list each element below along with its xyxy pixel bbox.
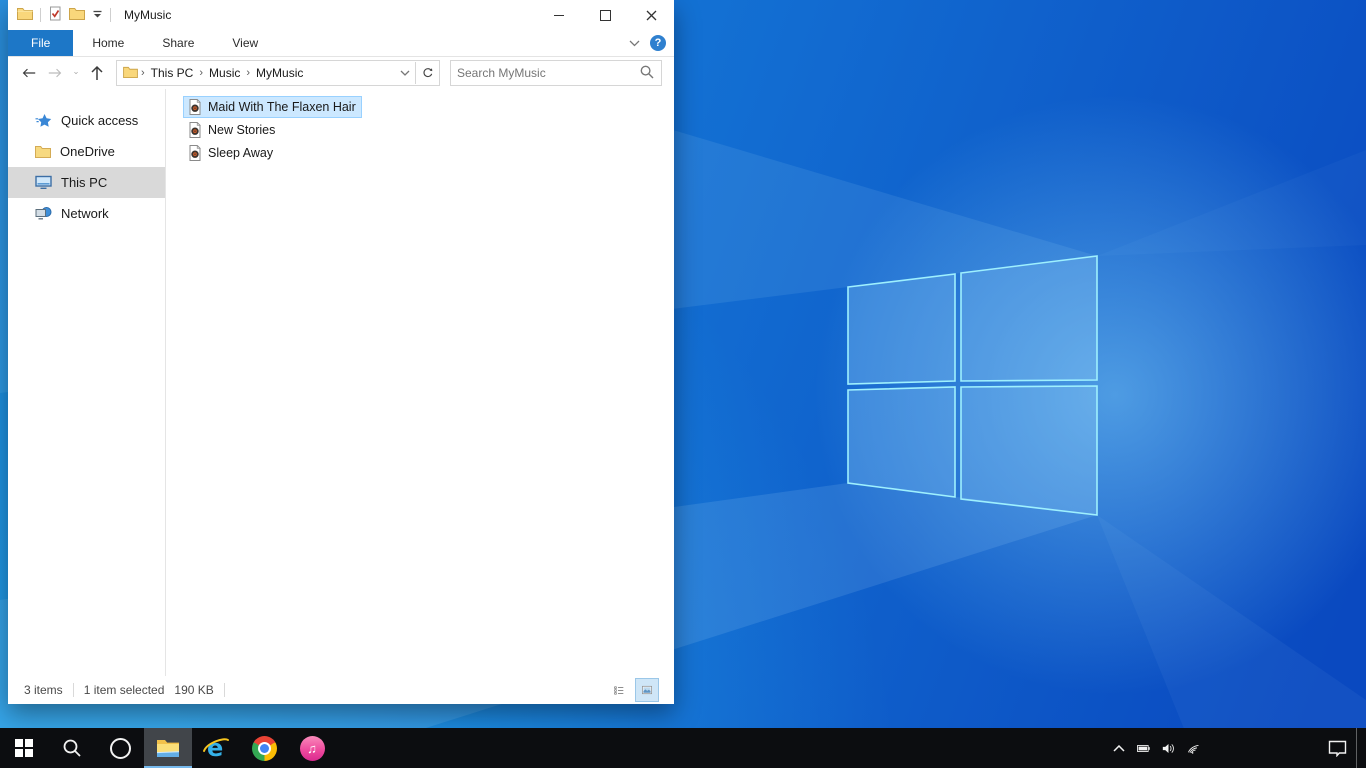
customize-quick-access-icon[interactable] xyxy=(92,8,103,22)
help-icon[interactable]: ? xyxy=(650,35,666,51)
file-name: New Stories xyxy=(208,123,276,137)
search-box[interactable] xyxy=(450,60,662,86)
itunes-icon: ♫ xyxy=(299,735,325,761)
quick-access-star-icon xyxy=(35,113,52,127)
wifi-icon xyxy=(1188,744,1199,754)
chrome-icon xyxy=(251,735,277,761)
sidebar-item-onedrive[interactable]: OneDrive xyxy=(8,136,165,167)
item-count: 3 items xyxy=(24,683,63,697)
file-explorer-window: MyMusic File Home Share View ? › This PC… xyxy=(8,0,674,704)
forward-button[interactable] xyxy=(42,60,68,86)
file-item[interactable]: Maid With The Flaxen Hair xyxy=(183,96,362,118)
tab-home[interactable]: Home xyxy=(73,30,143,56)
large-icons-view-button[interactable] xyxy=(635,678,659,702)
details-view-button[interactable] xyxy=(608,679,630,701)
sidebar-item-label: Network xyxy=(61,206,109,221)
properties-icon[interactable] xyxy=(48,6,62,24)
titlebar-separator xyxy=(110,8,111,22)
taskbar-file-explorer-button[interactable] xyxy=(144,728,192,768)
tray-spacer xyxy=(1206,728,1318,768)
address-bar[interactable]: › This PC › Music › MyMusic xyxy=(116,60,440,86)
breadcrumb-music[interactable]: Music xyxy=(204,66,245,80)
internet-explorer-icon: e xyxy=(203,735,229,761)
tab-share[interactable]: Share xyxy=(143,30,213,56)
cortana-button[interactable] xyxy=(96,728,144,768)
tab-view[interactable]: View xyxy=(213,30,277,56)
this-pc-monitor-icon xyxy=(35,175,52,189)
titlebar-separator xyxy=(40,8,41,22)
chrome-button[interactable] xyxy=(240,728,288,768)
action-center-icon xyxy=(1328,740,1346,757)
close-button[interactable] xyxy=(628,0,674,30)
hidden-icons-chevron[interactable] xyxy=(1106,728,1131,768)
search-icon[interactable] xyxy=(640,65,654,82)
close-icon xyxy=(646,10,656,20)
sidebar-item-network[interactable]: Network xyxy=(8,198,165,229)
onedrive-folder-icon xyxy=(35,146,51,158)
taskbar-search-button[interactable] xyxy=(48,728,96,768)
address-dropdown-icon[interactable] xyxy=(395,70,415,76)
window-title: MyMusic xyxy=(124,8,172,22)
cortana-icon xyxy=(109,737,131,759)
file-name: Maid With The Flaxen Hair xyxy=(208,100,356,114)
new-folder-icon[interactable] xyxy=(69,7,85,23)
itunes-button[interactable]: ♫ xyxy=(288,728,336,768)
battery-tray-icon[interactable] xyxy=(1131,728,1156,768)
music-file-icon xyxy=(189,145,201,161)
search-input[interactable] xyxy=(451,66,640,80)
file-item[interactable]: New Stories xyxy=(183,119,281,141)
navigation-pane: Quick access OneDrive This PC Network xyxy=(8,89,166,676)
music-file-icon xyxy=(189,99,201,115)
up-button[interactable] xyxy=(84,60,110,86)
file-item[interactable]: Sleep Away xyxy=(183,142,279,164)
selection-count: 1 item selected xyxy=(83,683,165,697)
recent-locations-icon[interactable] xyxy=(68,60,84,86)
taskbar: e ♫ xyxy=(0,728,1366,768)
breadcrumb-mymusic[interactable]: MyMusic xyxy=(251,66,308,80)
windows-start-icon xyxy=(15,739,33,757)
show-desktop-button[interactable] xyxy=(1356,728,1366,768)
maximize-button[interactable] xyxy=(582,0,628,30)
tab-file[interactable]: File xyxy=(8,30,74,56)
breadcrumb-this-pc[interactable]: This PC xyxy=(146,66,199,80)
status-bar: 3 items 1 item selected 190 KB xyxy=(8,676,674,704)
system-folder-icon[interactable] xyxy=(17,7,33,23)
chevron-up-icon xyxy=(1112,744,1125,752)
sidebar-item-label: This PC xyxy=(61,175,108,190)
battery-icon xyxy=(1137,744,1150,752)
internet-explorer-button[interactable]: e xyxy=(192,728,240,768)
ribbon-collapse-icon[interactable] xyxy=(629,36,640,50)
maximize-icon xyxy=(599,9,611,21)
minimize-button[interactable] xyxy=(536,0,582,30)
sidebar-item-label: Quick access xyxy=(61,113,139,128)
start-button[interactable] xyxy=(0,728,48,768)
volume-tray-icon[interactable] xyxy=(1156,728,1181,768)
refresh-icon[interactable] xyxy=(416,62,439,84)
address-folder-icon xyxy=(123,66,138,81)
status-separator xyxy=(72,683,74,697)
wifi-tray-icon[interactable] xyxy=(1181,728,1206,768)
large-icons-view-icon xyxy=(642,685,652,695)
action-center-button[interactable] xyxy=(1318,728,1356,768)
file-list[interactable]: Maid With The Flaxen Hair New Stories Sl… xyxy=(166,89,674,676)
status-separator xyxy=(223,683,225,697)
sidebar-item-this-pc[interactable]: This PC xyxy=(8,167,165,198)
ribbon-tab-row: File Home Share View ? xyxy=(8,30,674,57)
minimize-icon xyxy=(554,14,564,16)
file-explorer-icon xyxy=(156,739,180,757)
address-toolbar: › This PC › Music › MyMusic xyxy=(8,57,674,89)
details-view-icon xyxy=(614,686,624,695)
selection-size: 190 KB xyxy=(174,683,214,697)
sidebar-item-quick-access[interactable]: Quick access xyxy=(8,105,165,136)
desktop: MyMusic File Home Share View ? › This PC… xyxy=(0,0,1366,768)
search-icon xyxy=(63,739,81,757)
volume-icon xyxy=(1162,743,1174,753)
music-file-icon xyxy=(189,122,201,138)
network-icon xyxy=(35,207,52,220)
title-bar[interactable]: MyMusic xyxy=(8,0,674,30)
back-button[interactable] xyxy=(16,60,42,86)
sidebar-item-label: OneDrive xyxy=(60,144,115,159)
file-name: Sleep Away xyxy=(208,146,274,160)
